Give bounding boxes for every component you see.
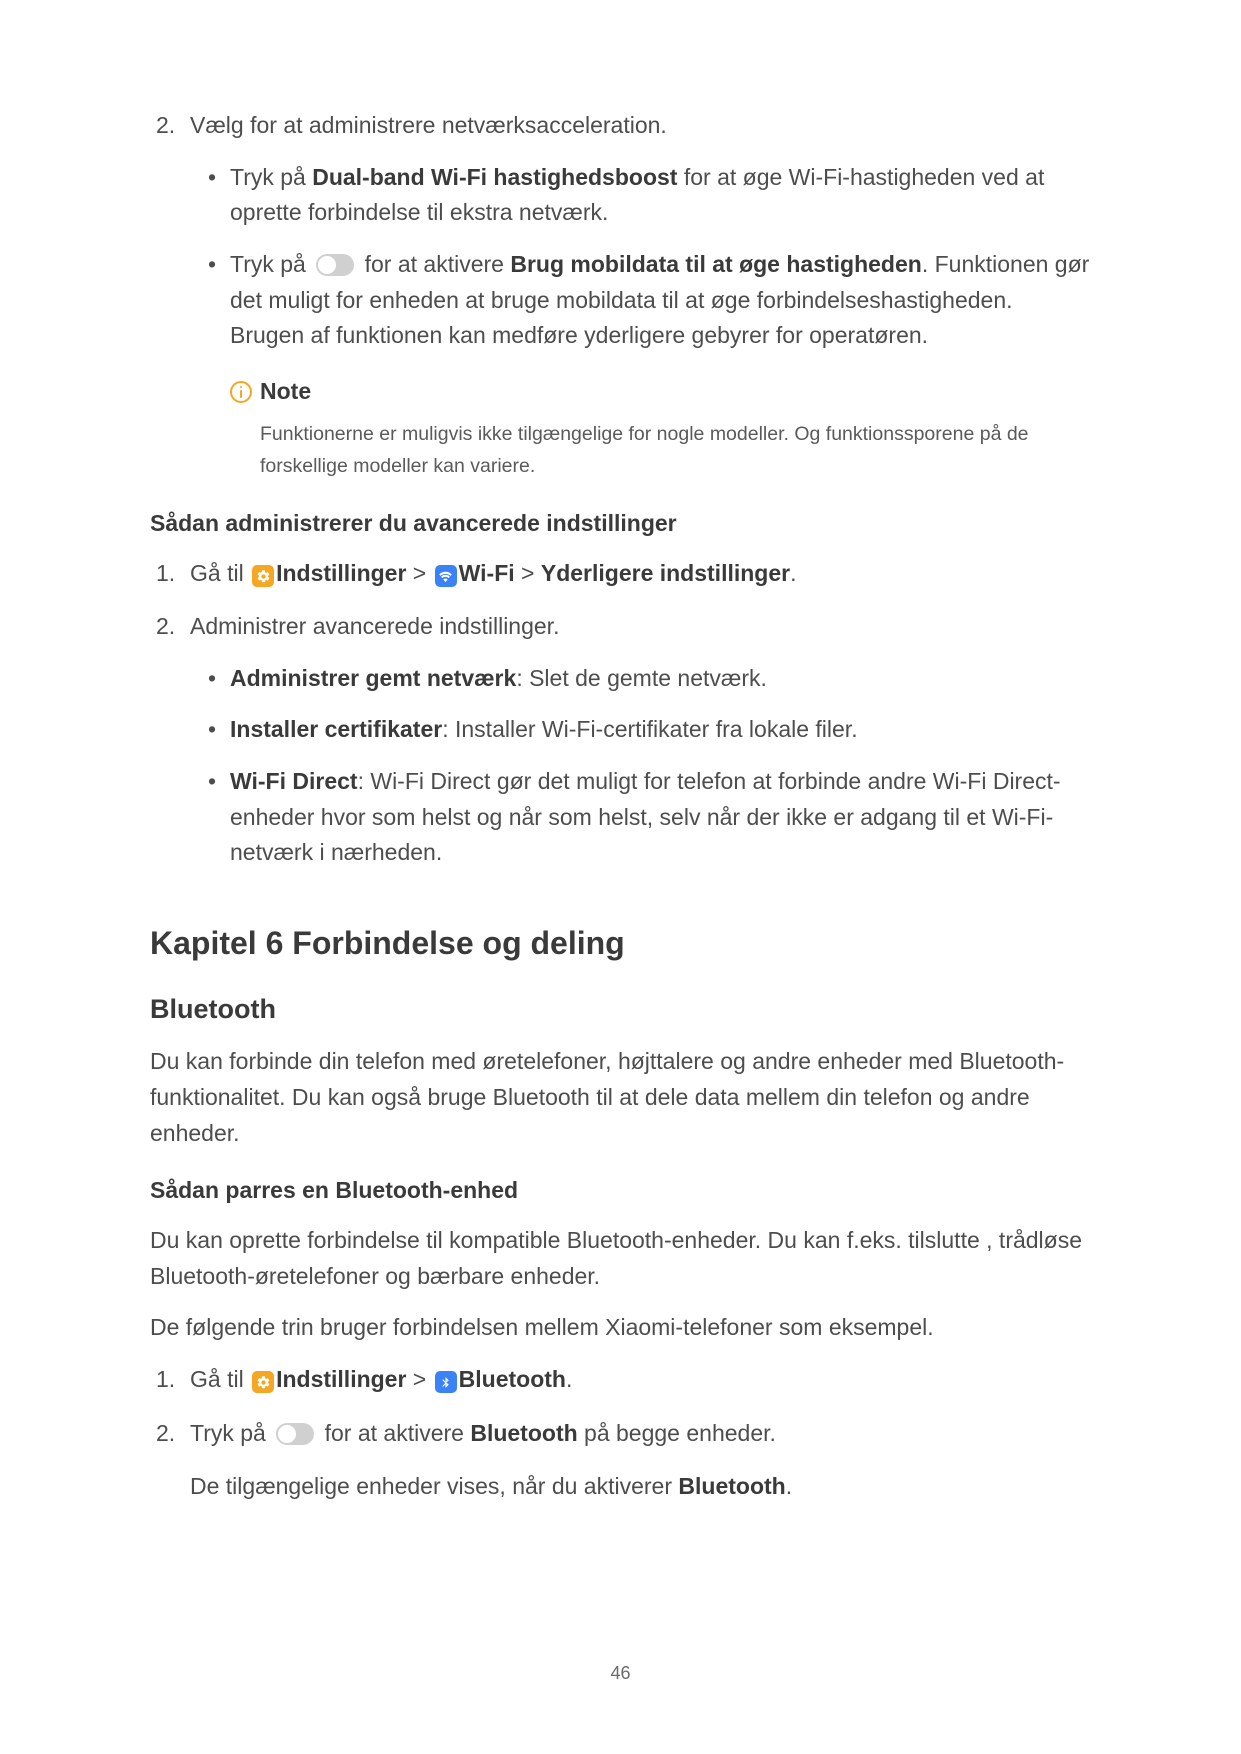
heading-bluetooth: Bluetooth	[150, 989, 1091, 1031]
bullet-install-certs: Installer certifikater: Installer Wi-Fi-…	[190, 712, 1091, 748]
adv-step-2: 2. Administrer avancerede indstillinger.…	[150, 609, 1091, 871]
nav-text: Gå til	[190, 1366, 250, 1392]
nav-text: .	[790, 560, 796, 586]
heading-chapter-6: Kapitel 6 Forbindelse og deling	[150, 919, 1091, 969]
after-text: .	[786, 1473, 792, 1499]
settings-icon	[252, 565, 274, 587]
wifi-icon	[435, 565, 457, 587]
bold-wifi-direct: Wi-Fi Direct	[230, 768, 358, 794]
bold-install-certs: Installer certifikater	[230, 716, 442, 742]
bluetooth-p2: De følgende trin bruger forbindelsen mel…	[150, 1310, 1091, 1346]
note-box: Note Funktionerne er muligvis ikke tilgæ…	[230, 374, 1091, 482]
bullet-text: : Slet de gemte netværk.	[516, 665, 767, 691]
bold-saved-network: Administrer gemt netværk	[230, 665, 516, 691]
step-2-text: Vælg for at administrere netværksacceler…	[190, 112, 667, 138]
bullet-dualband: Tryk på Dual-band Wi-Fi hastighedsboost …	[190, 160, 1091, 231]
bt-step-1: 1. Gå til Indstillinger > Bluetooth.	[150, 1362, 1091, 1398]
step-text: Tryk på	[190, 1420, 272, 1446]
bold-bluetooth: Bluetooth	[470, 1420, 577, 1446]
bluetooth-p1: Du kan oprette forbindelse til kompatibl…	[150, 1223, 1091, 1294]
bt-step-2-after: De tilgængelige enheder vises, når du ak…	[190, 1469, 1091, 1505]
after-text: De tilgængelige enheder vises, når du ak…	[190, 1473, 678, 1499]
step-text: for at aktivere	[318, 1420, 470, 1446]
bt-step-2: 2. Tryk på for at aktivere Bluetooth på …	[150, 1416, 1091, 1505]
chevron: >	[515, 560, 541, 586]
bluetooth-intro: Du kan forbinde din telefon med øretelef…	[150, 1044, 1091, 1151]
chevron: >	[406, 560, 432, 586]
list-marker: 2.	[156, 108, 175, 144]
nav-settings: Indstillinger	[276, 560, 406, 586]
bullet-text: : Installer Wi-Fi-certifikater fra lokal…	[442, 716, 857, 742]
list-marker: 2.	[156, 1416, 175, 1452]
toggle-off-icon	[316, 254, 354, 276]
nav-wifi: Wi-Fi	[459, 560, 515, 586]
bullet-wifi-direct: Wi-Fi Direct: Wi-Fi Direct gør det mulig…	[190, 764, 1091, 871]
nav-text: Gå til	[190, 560, 250, 586]
note-heading: Note	[230, 374, 1091, 410]
list-marker: 1.	[156, 1362, 175, 1398]
list-marker: 1.	[156, 556, 175, 592]
heading-advanced-settings: Sådan administrerer du avancerede indsti…	[150, 506, 1091, 542]
nav-bluetooth: Bluetooth	[459, 1366, 566, 1392]
bullet-text: for at aktivere	[358, 251, 510, 277]
bullet-saved-network: Administrer gemt netværk: Slet de gemte …	[190, 661, 1091, 697]
adv-step-2-text: Administrer avancerede indstillinger.	[190, 613, 559, 639]
toggle-off-icon	[276, 1423, 314, 1445]
chevron: >	[406, 1366, 432, 1392]
adv-step-1: 1. Gå til Indstillinger > Wi-Fi > Yderli…	[150, 556, 1091, 592]
heading-pair-bluetooth: Sådan parres en Bluetooth-enhed	[150, 1173, 1091, 1209]
bullet-mobildata: Tryk på for at aktivere Brug mobildata t…	[190, 247, 1091, 354]
bullet-text: Tryk på	[230, 164, 312, 190]
bluetooth-icon	[435, 1371, 457, 1393]
step-text: på begge enheder.	[578, 1420, 776, 1446]
bold-mobildata: Brug mobildata til at øge hastigheden	[510, 251, 921, 277]
list-marker: 2.	[156, 609, 175, 645]
settings-icon	[252, 1371, 274, 1393]
note-body: Funktionerne er muligvis ikke tilgængeli…	[230, 419, 1091, 481]
bold-dualband: Dual-band Wi-Fi hastighedsboost	[312, 164, 677, 190]
page-number: 46	[0, 1663, 1241, 1684]
bullet-text: Tryk på	[230, 251, 312, 277]
step-2: 2. Vælg for at administrere netværksacce…	[150, 108, 1091, 482]
nav-settings: Indstillinger	[276, 1366, 406, 1392]
info-icon	[230, 381, 252, 403]
nav-more-settings: Yderligere indstillinger	[541, 560, 790, 586]
bold-bluetooth: Bluetooth	[678, 1473, 785, 1499]
note-label: Note	[260, 374, 311, 410]
nav-text: .	[566, 1366, 572, 1392]
